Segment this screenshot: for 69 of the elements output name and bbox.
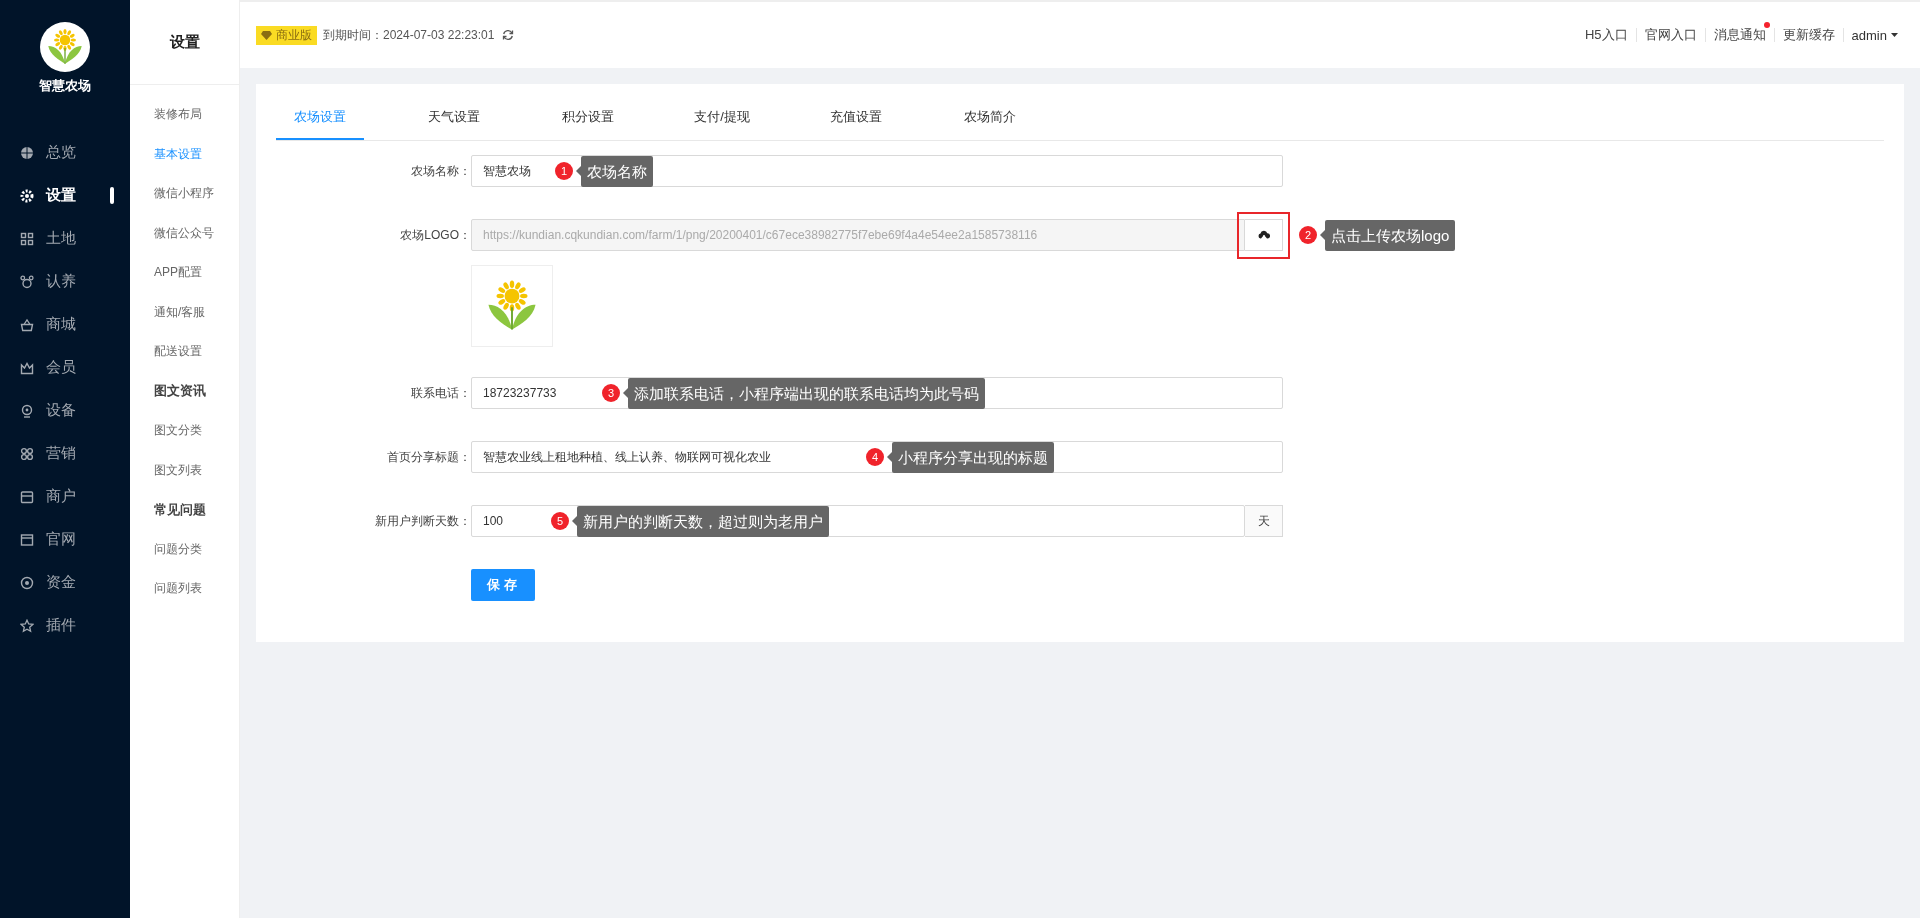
nav-item[interactable]: 设备 [0,389,130,432]
field-label: 联系电话： [410,385,471,402]
browser-window-icon [20,532,34,547]
submenu-item[interactable]: 图文列表 [154,461,202,479]
submenu-item[interactable]: 微信公众号 [154,224,214,242]
ball-icon [20,145,34,160]
tooltip: 新用户的判断天数，超过则为老用户 [577,505,829,537]
header-link[interactable]: 消息通知 [1705,28,1774,42]
submenu-item[interactable]: APP配置 [154,264,202,282]
field-label: 首页分享标题： [386,449,471,466]
brand-name: 智慧农场 [39,77,91,95]
bear-face-icon [20,274,34,289]
submenu-item[interactable]: 问题列表 [154,580,202,598]
nav-item[interactable]: 认养 [0,260,130,303]
settings-icon [20,188,34,203]
nav-item[interactable]: 商城 [0,303,130,346]
four-circles-icon [20,446,34,461]
nav-item[interactable]: 会员 [0,346,130,389]
crown-icon [20,360,34,375]
diamond-icon [261,30,272,40]
edition-label: 商业版 [276,26,312,44]
submenu-heading: 常见问题 [154,500,206,519]
cloud-upload-icon [1257,230,1270,240]
nav-item[interactable]: 总览 [0,131,130,174]
nav-item[interactable]: 土地 [0,217,130,260]
nav-item[interactable]: 资金 [0,561,130,604]
nav-item[interactable]: 官网 [0,518,130,561]
active-indicator [110,187,114,204]
submenu-item[interactable]: 配送设置 [154,343,202,361]
upload-button[interactable] [1245,219,1283,251]
tab[interactable]: 支付/提现 [678,95,766,140]
nav-item[interactable]: 营销 [0,432,130,475]
star-icon [20,618,34,633]
expiry-time: 到期时间：2024-07-03 22:23:01 [323,26,495,44]
tooltip: 小程序分享出现的标题 [892,441,1054,473]
header-link[interactable]: 官网入口 [1636,28,1705,42]
submenu-item[interactable]: 问题分类 [154,540,202,558]
caret-icon [1891,33,1898,37]
highlight-frame [1237,212,1290,259]
tooltip: 点击上传农场logo [1325,219,1456,251]
tooltip: 农场名称 [581,155,653,187]
card-icon [20,489,34,504]
submenu-heading: 图文资讯 [154,382,206,401]
webcam-icon [20,403,34,418]
header-link[interactable]: 更新缓存 [1774,28,1843,42]
submenu-title: 设置 [169,32,200,52]
field-label: 农场名称： [410,163,471,180]
unit-addon: 天 [1245,505,1283,537]
target-icon [20,575,34,590]
submenu-item[interactable]: 微信小程序 [154,185,214,203]
step-number: 2 [1299,226,1317,244]
refresh-icon[interactable] [502,29,515,41]
nav-item[interactable]: 商户 [0,475,130,518]
field-label: 农场LOGO： [399,227,471,244]
field-label: 新用户判断天数： [374,513,471,530]
nav-item[interactable]: 插件 [0,604,130,647]
nav-item[interactable]: 设置 [0,174,130,217]
user-menu[interactable]: admin [1843,27,1898,43]
submenu-item[interactable]: 通知/客服 [154,303,206,321]
tooltip: 添加联系电话，小程序端出现的联系电话均为此号码 [628,377,985,409]
tab[interactable]: 积分设置 [544,95,632,140]
tab[interactable]: 充值设置 [812,95,900,140]
submenu-item[interactable]: 装修布局 [154,106,202,124]
tab[interactable]: 农场简介 [946,95,1034,140]
header-link[interactable]: H5入口 [1576,28,1636,42]
submenu-item[interactable]: 图文分类 [154,422,202,440]
basket-icon [20,317,34,332]
tab[interactable]: 天气设置 [410,95,498,140]
grid-icon [20,231,34,246]
